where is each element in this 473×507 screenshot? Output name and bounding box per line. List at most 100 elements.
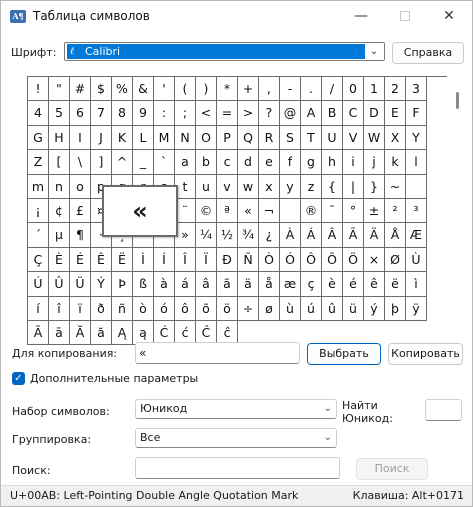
char-cell[interactable]: ý <box>364 296 385 321</box>
char-cell[interactable]: O <box>196 125 217 151</box>
char-cell[interactable]: Ø <box>385 247 406 273</box>
help-button[interactable]: Справка <box>392 42 464 64</box>
copy-button[interactable]: Копировать <box>388 343 463 365</box>
find-unicode-input[interactable] <box>425 399 462 421</box>
char-cell[interactable]: ÷ <box>238 296 259 321</box>
minimize-button[interactable]: — <box>343 1 379 32</box>
char-cell[interactable]: ] <box>91 150 112 175</box>
char-cell[interactable]: t <box>175 174 196 199</box>
char-cell[interactable]: B <box>322 101 343 126</box>
char-cell[interactable]: Ú <box>28 272 49 297</box>
char-cell[interactable]: u <box>196 174 217 199</box>
char-cell[interactable]: c <box>217 150 238 175</box>
char-cell[interactable]: o <box>70 174 91 199</box>
char-cell[interactable]: b <box>196 150 217 175</box>
char-cell[interactable]: 0 <box>343 77 364 102</box>
char-cell[interactable]: . <box>301 77 322 102</box>
char-cell[interactable]: Û <box>49 272 70 297</box>
char-cell[interactable]: Î <box>175 247 196 273</box>
char-cell[interactable]: Y <box>406 125 427 151</box>
char-cell[interactable] <box>280 198 301 224</box>
char-cell[interactable]: ă <box>91 320 112 346</box>
char-cell[interactable]: ï <box>70 296 91 321</box>
char-cell[interactable]: W <box>364 125 385 151</box>
char-cell[interactable]: ā <box>49 320 70 346</box>
char-cell[interactable]: l <box>406 150 427 175</box>
char-cell[interactable]: Ò <box>259 247 280 273</box>
char-cell[interactable]: # <box>70 77 91 102</box>
char-cell[interactable]: a <box>175 150 196 175</box>
maximize-button[interactable] <box>387 1 423 32</box>
char-cell[interactable]: ä <box>238 272 259 297</box>
select-button[interactable]: Выбрать <box>307 343 381 365</box>
char-cell[interactable]: * <box>217 77 238 102</box>
char-cell[interactable]: @ <box>280 101 301 126</box>
char-cell[interactable]: n <box>49 174 70 199</box>
char-cell[interactable]: X <box>385 125 406 151</box>
char-cell[interactable]: û <box>322 296 343 321</box>
copy-field[interactable]: « <box>135 342 300 364</box>
char-cell[interactable]: " <box>49 77 70 102</box>
grid-scrollbar[interactable] <box>452 76 462 320</box>
char-cell[interactable]: 3 <box>406 77 427 102</box>
char-cell[interactable]: S <box>280 125 301 151</box>
char-cell[interactable]: Ã <box>343 223 364 248</box>
char-cell[interactable]: / <box>322 77 343 102</box>
char-cell[interactable]: M <box>154 125 175 151</box>
char-cell[interactable]: 5 <box>49 101 70 126</box>
char-cell[interactable]: Õ <box>322 247 343 273</box>
char-cell[interactable]: C <box>343 101 364 126</box>
char-cell[interactable]: U <box>322 125 343 151</box>
char-cell[interactable]: Z <box>28 150 49 175</box>
char-cell[interactable]: Q <box>238 125 259 151</box>
char-cell[interactable]: L <box>133 125 154 151</box>
char-cell[interactable]: £ <box>70 198 91 224</box>
char-cell[interactable]: á <box>175 272 196 297</box>
char-cell[interactable]: ¶ <box>70 223 91 248</box>
char-cell[interactable]: K <box>112 125 133 151</box>
char-cell[interactable]: k <box>385 150 406 175</box>
char-cell[interactable]: Â <box>322 223 343 248</box>
char-cell[interactable]: Ă <box>70 320 91 346</box>
char-cell[interactable]: Ë <box>112 247 133 273</box>
char-cell[interactable]: Å <box>385 223 406 248</box>
char-cell[interactable]: & <box>133 77 154 102</box>
char-cell[interactable]: g <box>301 150 322 175</box>
char-cell[interactable]: 4 <box>28 101 49 126</box>
char-cell[interactable]: µ <box>49 223 70 248</box>
char-cell[interactable]: Þ <box>112 272 133 297</box>
char-cell[interactable]: ª <box>217 198 238 224</box>
char-cell[interactable]: ß <box>133 272 154 297</box>
char-cell[interactable]: H <box>49 125 70 151</box>
char-cell[interactable]: - <box>280 77 301 102</box>
char-cell[interactable]: ¢ <box>49 198 70 224</box>
char-cell[interactable]: õ <box>196 296 217 321</box>
charset-dropdown[interactable]: Юникод ⌄ <box>135 399 337 419</box>
char-cell[interactable]: Ê <box>91 247 112 273</box>
char-cell[interactable]: ø <box>259 296 280 321</box>
char-cell[interactable]: æ <box>280 272 301 297</box>
char-cell[interactable]: Á <box>301 223 322 248</box>
char-cell[interactable]: R <box>259 125 280 151</box>
char-cell[interactable]: Ö <box>343 247 364 273</box>
char-cell[interactable]: { <box>322 174 343 199</box>
char-cell[interactable]: É <box>70 247 91 273</box>
char-cell[interactable]: } <box>364 174 385 199</box>
char-cell[interactable]: ) <box>196 77 217 102</box>
char-cell[interactable]: × <box>364 247 385 273</box>
char-cell[interactable]: ò <box>133 296 154 321</box>
char-cell[interactable]: F <box>406 101 427 126</box>
char-cell[interactable]: $ <box>91 77 112 102</box>
char-cell[interactable]: ® <box>301 198 322 224</box>
char-cell[interactable]: « <box>238 198 259 224</box>
char-cell[interactable]: ü <box>343 296 364 321</box>
char-cell[interactable]: N <box>175 125 196 151</box>
char-cell[interactable]: V <box>343 125 364 151</box>
char-cell[interactable] <box>406 174 427 199</box>
char-cell[interactable]: Ó <box>280 247 301 273</box>
char-cell[interactable]: > <box>238 101 259 126</box>
char-cell[interactable]: î <box>49 296 70 321</box>
char-cell[interactable]: Ç <box>28 247 49 273</box>
char-cell[interactable]: è <box>322 272 343 297</box>
char-cell[interactable]: ( <box>175 77 196 102</box>
